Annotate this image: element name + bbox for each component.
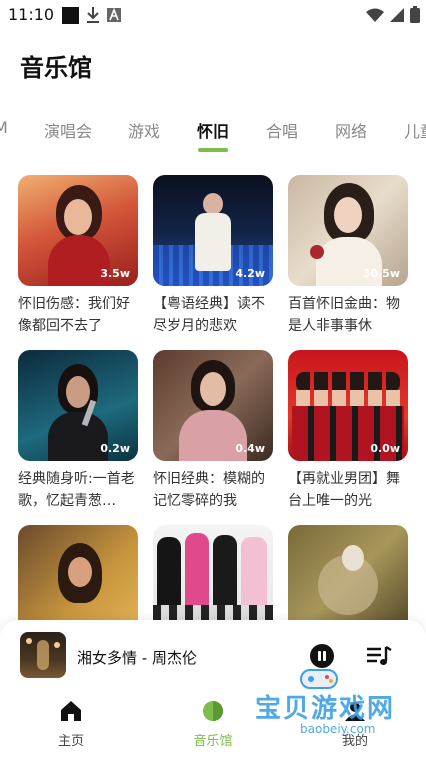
category-tabs: M 演唱会 游戏 怀旧 合唱 网络 儿童 [0,108,426,156]
playlist-card[interactable]: 3.5w 怀旧伤感：我们好像都回不去了 [18,175,138,334]
playlist-cover: 3.5w [18,175,138,286]
page-title: 音乐馆 [20,54,92,82]
playlist-title: 经典随身听:一首老歌，忆起青葱… [18,471,135,509]
status-bar: 11:10 [0,0,426,30]
nav-music-hall[interactable]: 音乐馆 [173,700,253,749]
play-count: 0.0w [370,442,400,455]
playlist-cover: 0.4w [153,350,273,461]
status-icons-left [62,6,121,24]
watermark-text: 宝贝游戏网 [255,694,396,724]
music-hall-icon [203,701,223,721]
playlist-cover: 0.2w [18,350,138,461]
tab-chorus[interactable]: 合唱 [266,118,298,142]
playlist-title: 怀旧经典：模糊的记忆零碎的我 [153,471,265,509]
playlist-card[interactable]: 0.0w 【再就业男团】舞台上唯一的光 [288,350,408,509]
playlist-title: 百首怀旧金曲：物是人非事事休 [288,296,400,334]
nav-home-label: 主页 [57,734,84,749]
playlist-cover: 4.2w [153,175,273,286]
tab-m[interactable]: M [0,118,8,137]
playlist-title: 【再就业男团】舞台上唯一的光 [288,471,400,509]
album-cover[interactable] [20,632,66,678]
playlist-card[interactable]: 0.2w 经典随身听:一首老歌，忆起青葱… [18,350,138,509]
play-count: 3.5w [100,267,130,280]
tab-games[interactable]: 游戏 [128,118,160,142]
signal-icon [390,7,404,22]
nav-music-hall-label: 音乐馆 [193,734,233,749]
download-icon [87,7,99,23]
playlist-cover: 0.0w [288,350,408,461]
status-time: 11:10 [8,5,55,24]
play-count: 30.5w [362,267,400,280]
notification-square-icon [62,6,79,24]
playlist-card[interactable]: 30.5w 百首怀旧金曲：物是人非事事休 [288,175,408,334]
wifi-icon [366,8,384,22]
tab-kids[interactable]: 儿童 [404,118,426,142]
watermark-url: baobeiy.com [300,722,376,736]
active-tab-indicator [198,148,228,152]
playlist-title: 【粤语经典】读不尽岁月的悲欢 [153,296,265,334]
watermark: 宝贝游戏网 baobeiy.com [255,666,405,746]
now-playing-title: 湘女多情 - 周杰伦 [77,649,197,667]
status-icons-right [366,6,420,23]
play-count: 4.2w [235,267,265,280]
playlist-cover: 30.5w [288,175,408,286]
tab-concert[interactable]: 演唱会 [44,118,92,142]
playlist-title: 怀旧伤感：我们好像都回不去了 [18,296,130,334]
home-icon [61,701,81,721]
playlist-card[interactable]: 0.4w 怀旧经典：模糊的记忆零碎的我 [153,350,273,509]
playlist-queue-icon[interactable] [366,645,392,667]
tab-network[interactable]: 网络 [335,118,367,142]
battery-icon [410,6,420,23]
font-a-icon [107,8,121,22]
tab-nostalgia[interactable]: 怀旧 [197,118,229,142]
nav-home[interactable]: 主页 [31,700,111,749]
play-count: 0.4w [235,442,265,455]
play-count: 0.2w [100,442,130,455]
playlist-card[interactable]: 4.2w 【粤语经典】读不尽岁月的悲欢 [153,175,273,334]
